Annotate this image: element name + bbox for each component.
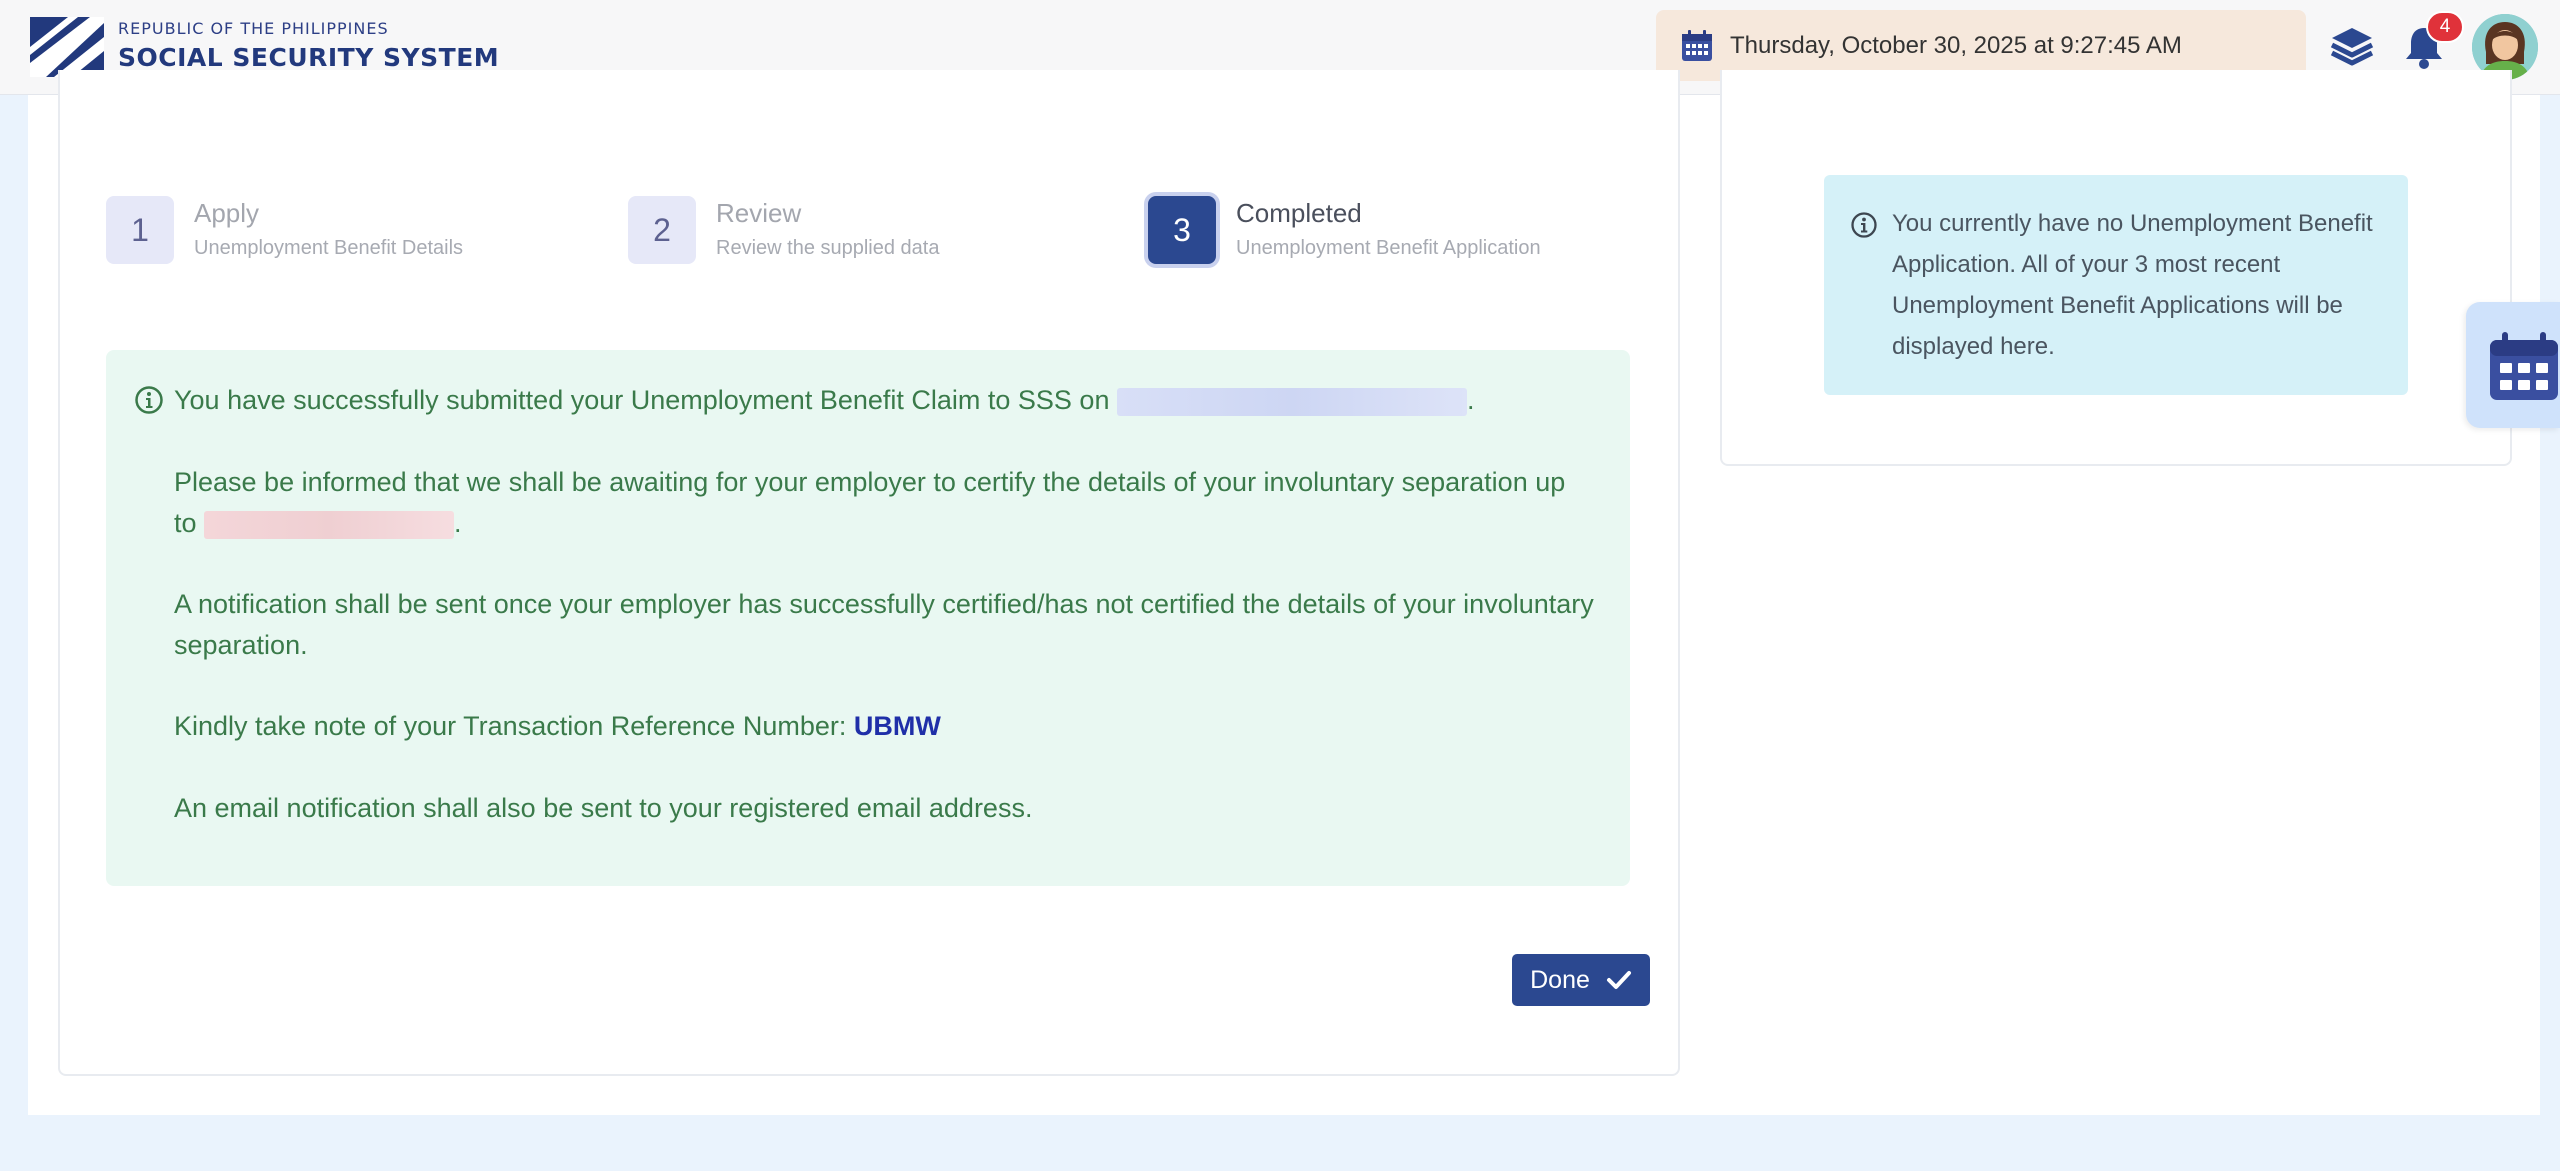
calendar-side-tab[interactable] <box>2466 302 2560 428</box>
check-icon <box>1606 971 1631 989</box>
step-title: Apply <box>194 198 260 228</box>
submitted-text: You have successfully submitted your Une… <box>174 385 1110 415</box>
reference-label: Kindly take note of your Transaction Ref… <box>174 711 847 741</box>
step-number: 2 <box>628 196 696 264</box>
step-title: Review <box>716 198 802 228</box>
sss-logo[interactable] <box>30 17 104 77</box>
logo-subtitle: REPUBLIC OF THE PHILIPPINES <box>118 19 389 38</box>
step-completed[interactable]: 3 Completed Unemployment Benefit Applica… <box>1148 196 1541 264</box>
notification-message: A notification shall be sent once your e… <box>174 589 1594 660</box>
datetime-text: Thursday, October 30, 2025 at 9:27:45 AM <box>1730 31 2182 59</box>
done-label: Done <box>1530 965 1590 994</box>
step-title: Completed <box>1236 198 1362 228</box>
step-number: 1 <box>106 196 174 264</box>
submitted-suffix: . <box>1466 385 1475 415</box>
no-applications-text: You currently have no Unemployment Benef… <box>1892 210 2373 360</box>
step-subtitle: Unemployment Benefit Details <box>194 237 464 259</box>
employer-certify-message: Please be informed that we shall be awai… <box>174 462 1594 544</box>
redacted-date <box>1116 387 1467 416</box>
step-subtitle: Unemployment Benefit Application <box>1236 237 1541 259</box>
no-applications-info: You currently have no Unemployment Benef… <box>1824 175 2408 395</box>
success-alert: You have successfully submitted your Une… <box>106 350 1630 886</box>
step-apply[interactable]: 1 Apply Unemployment Benefit Details <box>106 196 463 264</box>
done-button[interactable]: Done <box>1512 954 1650 1006</box>
notification-badge[interactable]: 4 <box>2426 11 2464 43</box>
calendar-icon <box>2490 332 2558 400</box>
submitted-message: You have successfully submitted your Une… <box>174 380 1594 421</box>
logo-wordmark[interactable]: REPUBLIC OF THE PHILIPPINES SOCIAL SECUR… <box>118 19 499 72</box>
calendar-icon <box>1682 29 1712 61</box>
info-icon <box>1851 212 1877 238</box>
step-number: 3 <box>1148 196 1216 264</box>
reference-number: UBMW <box>853 711 941 741</box>
employer-certify-suffix: . <box>454 508 462 538</box>
redacted-date <box>204 510 455 539</box>
layers-icon[interactable] <box>2328 24 2376 68</box>
step-subtitle: Review the supplied data <box>716 237 940 259</box>
logo-title: SOCIAL SECURITY SYSTEM <box>118 43 500 72</box>
reference-message: Kindly take note of your Transaction Ref… <box>174 706 1594 747</box>
email-message: An email notification shall also be sent… <box>174 793 1033 823</box>
info-icon <box>135 386 163 414</box>
step-review[interactable]: 2 Review Review the supplied data <box>628 196 939 264</box>
